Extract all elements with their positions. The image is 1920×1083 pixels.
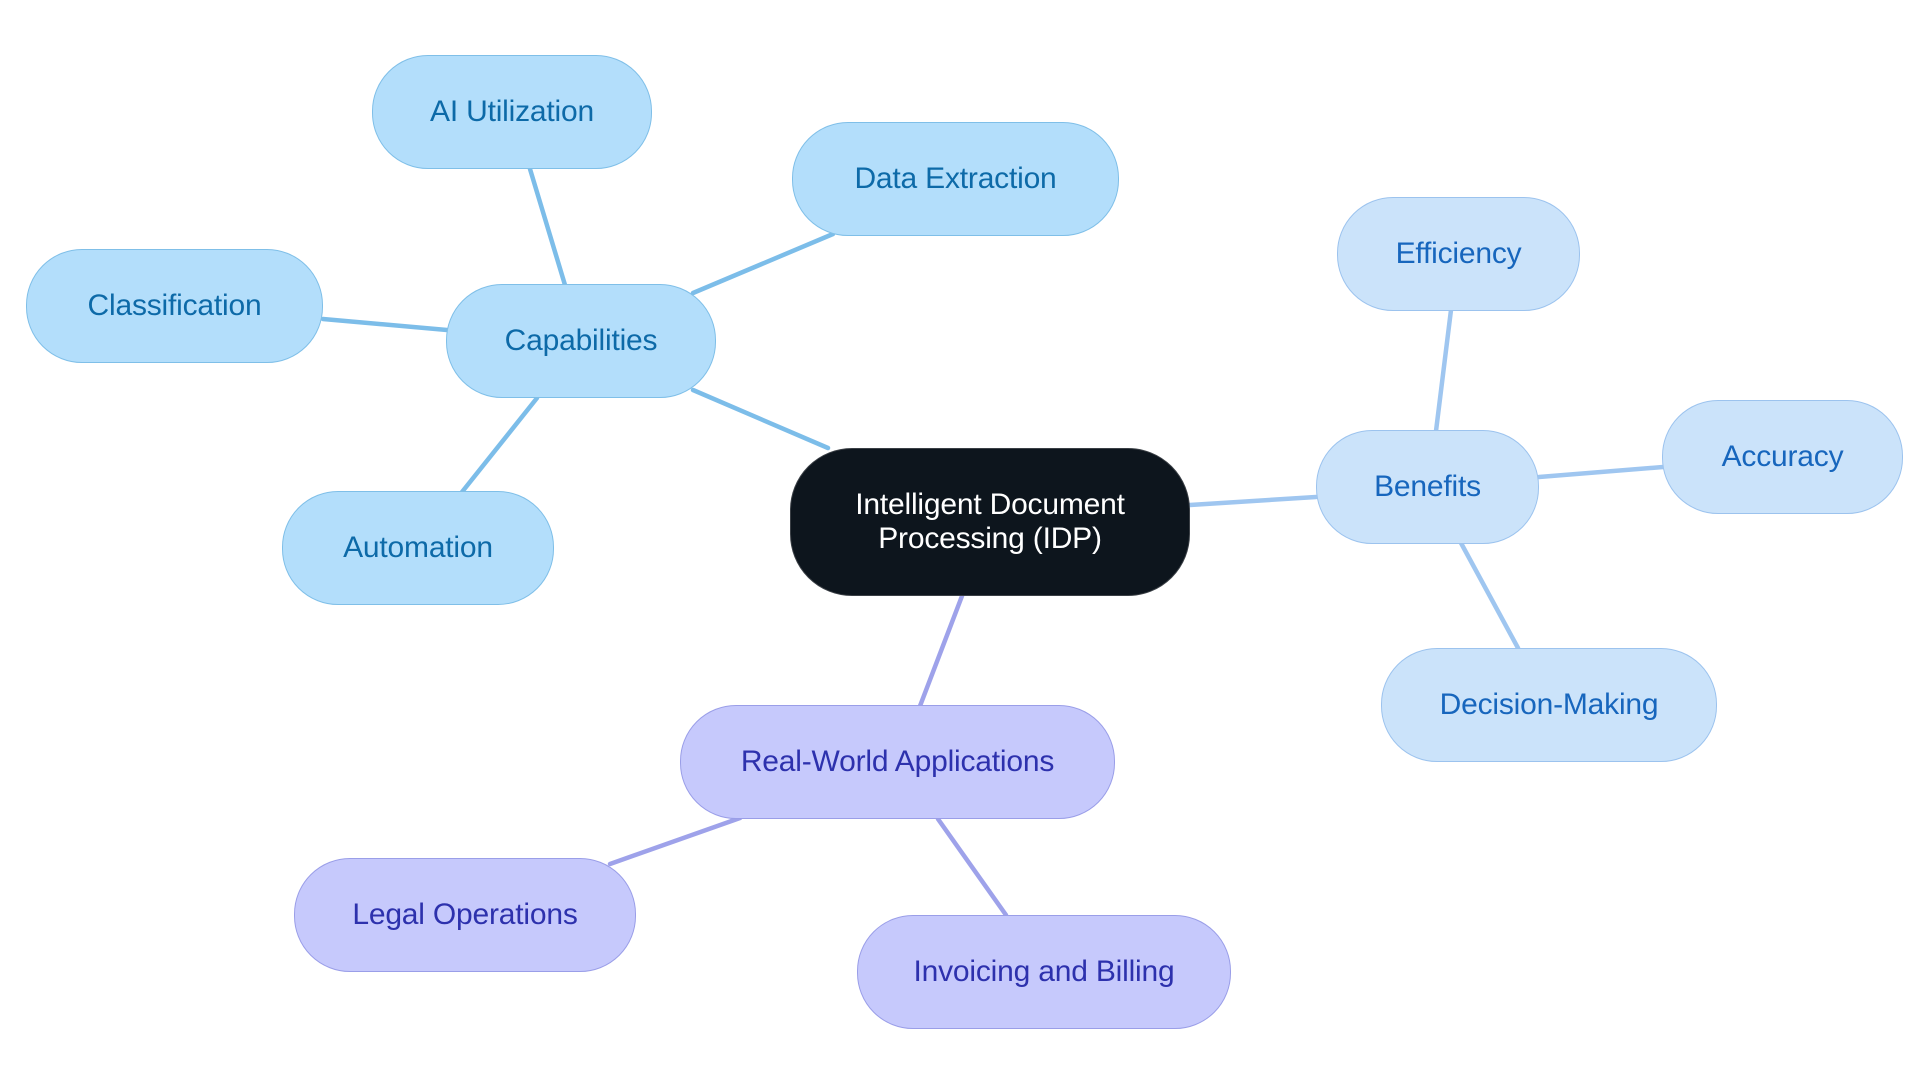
node-ai-utilization[interactable]: AI Utilization (372, 55, 652, 169)
node-invoicing-and-billing[interactable]: Invoicing and Billing (857, 915, 1231, 1029)
edge-root-capabilities (690, 387, 831, 451)
root-node[interactable]: Intelligent Document Processing (IDP) (790, 448, 1190, 596)
node-legal-operations[interactable]: Legal Operations (294, 858, 636, 972)
node-automation[interactable]: Automation (282, 491, 554, 605)
node-classification[interactable]: Classification (26, 249, 323, 363)
edge-applications-legal-operations (607, 815, 743, 867)
edge-root-applications (917, 593, 965, 709)
node-capabilities[interactable]: Capabilities (446, 284, 716, 398)
edge-benefits-efficiency (1433, 307, 1454, 434)
edge-capabilities-ai-utilization (527, 166, 568, 288)
node-decision-making[interactable]: Decision-Making (1381, 648, 1717, 762)
node-benefits[interactable]: Benefits (1316, 430, 1539, 544)
edge-root-benefits (1187, 494, 1319, 508)
edge-applications-invoicing (935, 816, 1009, 918)
edge-capabilities-classification (320, 316, 450, 333)
edge-benefits-decision-making (1458, 540, 1521, 651)
node-real-world-applications[interactable]: Real-World Applications (680, 705, 1115, 819)
node-accuracy[interactable]: Accuracy (1662, 400, 1903, 514)
edge-capabilities-automation (459, 395, 540, 495)
edge-benefits-accuracy (1536, 464, 1666, 480)
edge-capabilities-data-extraction (690, 231, 836, 296)
node-data-extraction[interactable]: Data Extraction (792, 122, 1119, 236)
node-efficiency[interactable]: Efficiency (1337, 197, 1580, 311)
